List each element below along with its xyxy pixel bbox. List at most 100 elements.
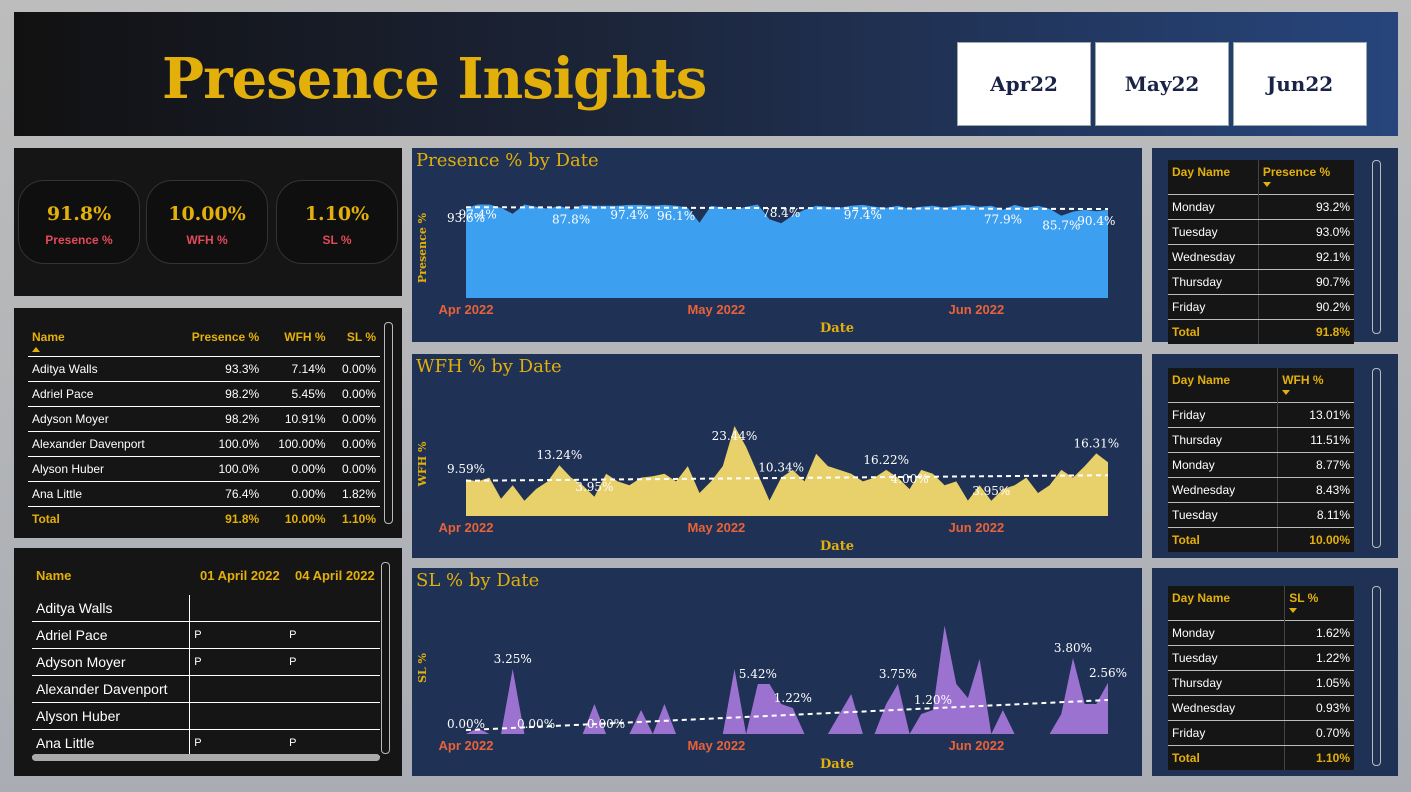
data-label: 1.20% xyxy=(914,693,952,707)
employee-table-panel: Name Presence % WFH % SL % Aditya Walls 9… xyxy=(14,308,402,538)
value-cell: 13.01% xyxy=(1277,402,1354,428)
day-row[interactable]: Thursday 90.7% xyxy=(1168,269,1354,295)
day-name-cell: Tuesday xyxy=(1168,502,1278,528)
kpi-value: 10.00% xyxy=(168,203,246,225)
day-name-cell: Monday xyxy=(1168,452,1278,478)
day-table-scrollbar[interactable] xyxy=(1372,586,1381,766)
x-tick-label: Jun 2022 xyxy=(949,520,1005,535)
col-header-value[interactable]: Presence % xyxy=(1257,160,1354,194)
value-cell: 1.62% xyxy=(1284,620,1354,646)
attendance-cell: P xyxy=(285,648,380,676)
data-label: 0.00% xyxy=(517,717,555,731)
grid-name-cell: Adriel Pace xyxy=(32,621,191,649)
day-name-cell: Thursday xyxy=(1168,269,1259,295)
day-row[interactable]: Thursday 11.51% xyxy=(1168,427,1354,453)
data-label: 3.80% xyxy=(1054,641,1092,655)
month-button-apr22[interactable]: Apr22 xyxy=(957,42,1091,126)
col-header-wfh[interactable]: WFH % xyxy=(263,324,329,356)
table-row[interactable]: Ana Little 76.4% 0.00% 1.82% xyxy=(28,481,380,507)
grid-row[interactable]: Adyson Moyer P P xyxy=(32,648,380,676)
day-table-scrollbar[interactable] xyxy=(1372,368,1381,548)
grid-scrollbar-h[interactable] xyxy=(32,754,380,761)
col-header-sl[interactable]: SL % xyxy=(330,324,380,356)
grid-header-date-1[interactable]: 01 April 2022 xyxy=(200,568,280,583)
col-header-value[interactable]: SL % xyxy=(1284,586,1354,620)
day-wfh-panel: Day Name WFH % Friday 13.01% Thursday 11.51% M… xyxy=(1152,354,1398,558)
table-row[interactable]: Adyson Moyer 98.2% 10.91% 0.00% xyxy=(28,406,380,432)
title-bar: Presence Insights Apr22 May22 Jun22 xyxy=(14,12,1398,136)
day-wfh-table: Day Name WFH % Friday 13.01% Thursday 11.51% M… xyxy=(1168,368,1354,552)
table-row[interactable]: Aditya Walls 93.3% 7.14% 0.00% xyxy=(28,356,380,382)
attendance-cell: P xyxy=(189,648,286,676)
value-cell: 5.45% xyxy=(263,381,330,407)
total-cell: Total xyxy=(32,511,60,526)
employee-name-cell: Ana Little xyxy=(28,481,173,507)
table-scrollbar[interactable] xyxy=(384,322,393,524)
day-row[interactable]: Tuesday 1.22% xyxy=(1168,645,1354,671)
grid-scrollbar-v[interactable] xyxy=(381,562,390,754)
x-axis-label: Date xyxy=(820,539,854,554)
day-row[interactable]: Monday 1.62% xyxy=(1168,620,1354,646)
day-row[interactable]: Friday 0.70% xyxy=(1168,720,1354,746)
y-axis-label: Presence % xyxy=(416,212,429,283)
data-label: 97.4% xyxy=(610,208,648,222)
day-row[interactable]: Friday 90.2% xyxy=(1168,294,1354,320)
value-cell: 90.7% xyxy=(1257,269,1354,295)
day-row[interactable]: Wednesday 92.1% xyxy=(1168,244,1354,270)
kpi-card-sl: 1.10% SL % xyxy=(276,180,398,264)
table-row[interactable]: Alexander Davenport 100.0% 100.00% 0.00% xyxy=(28,431,380,457)
x-axis-label: Date xyxy=(820,757,854,772)
day-name-cell: Friday xyxy=(1168,294,1259,320)
grid-name-cell: Alyson Huber xyxy=(32,702,191,730)
day-row[interactable]: Wednesday 8.43% xyxy=(1168,477,1354,503)
kpi-card-wfh: 10.00% WFH % xyxy=(146,180,268,264)
grid-row[interactable]: Aditya Walls xyxy=(32,595,380,622)
value-cell: 8.77% xyxy=(1277,452,1354,478)
value-cell: 90.2% xyxy=(1257,294,1354,320)
kpi-value: 1.10% xyxy=(304,203,370,225)
value-cell: 1.05% xyxy=(1284,670,1354,696)
x-tick-label: Apr 2022 xyxy=(439,302,494,317)
col-header-day[interactable]: Day Name xyxy=(1168,368,1278,402)
x-tick-label: May 2022 xyxy=(687,302,745,317)
data-label: 3.95% xyxy=(575,480,613,494)
value-cell: 93.2% xyxy=(1257,194,1354,220)
wfh-chart-panel: WFH % by Date Apr 2022 May 2022 Jun 2022 Da… xyxy=(412,354,1142,558)
grid-row[interactable]: Ana Little P P xyxy=(32,729,380,757)
total-cell: 1.10% xyxy=(1284,745,1354,770)
day-name-cell: Wednesday xyxy=(1168,244,1259,270)
attendance-cell: P xyxy=(285,729,380,757)
day-row[interactable]: Tuesday 93.0% xyxy=(1168,219,1354,245)
table-row[interactable]: Alyson Huber 100.0% 0.00% 0.00% xyxy=(28,456,380,482)
day-row[interactable]: Friday 13.01% xyxy=(1168,402,1354,428)
value-cell: 1.22% xyxy=(1284,645,1354,671)
col-header-day[interactable]: Day Name xyxy=(1168,586,1285,620)
grid-header-date-2[interactable]: 04 April 2022 xyxy=(295,568,375,583)
kpi-label: Presence % xyxy=(45,233,113,247)
day-row[interactable]: Thursday 1.05% xyxy=(1168,670,1354,696)
grid-row[interactable]: Alyson Huber xyxy=(32,702,380,730)
attendance-grid-panel: Name 01 April 2022 04 April 2022 Aditya … xyxy=(14,548,402,776)
day-row[interactable]: Wednesday 0.93% xyxy=(1168,695,1354,721)
grid-header-name[interactable]: Name xyxy=(36,568,71,583)
day-row[interactable]: Monday 93.2% xyxy=(1168,194,1354,220)
day-row[interactable]: Monday 8.77% xyxy=(1168,452,1354,478)
col-header-name[interactable]: Name xyxy=(28,324,173,356)
table-row[interactable]: Adriel Pace 98.2% 5.45% 0.00% xyxy=(28,381,380,407)
sort-desc-icon xyxy=(1282,390,1291,395)
month-button-jun22[interactable]: Jun22 xyxy=(1233,42,1367,126)
col-header-presence[interactable]: Presence % xyxy=(173,324,263,356)
data-label: 3.95% xyxy=(972,484,1010,498)
grid-row[interactable]: Alexander Davenport xyxy=(32,675,380,703)
col-header-value[interactable]: WFH % xyxy=(1277,368,1354,402)
grid-row[interactable]: Adriel Pace P P xyxy=(32,621,380,649)
area-series[interactable] xyxy=(466,625,1108,734)
day-row[interactable]: Tuesday 8.11% xyxy=(1168,502,1354,528)
col-header-day[interactable]: Day Name xyxy=(1168,160,1258,194)
data-label: 0.00% xyxy=(587,717,625,731)
day-table-scrollbar[interactable] xyxy=(1372,160,1381,334)
data-label: 16.31% xyxy=(1073,436,1119,450)
month-button-may22[interactable]: May22 xyxy=(1095,42,1229,126)
data-label: 3.75% xyxy=(879,667,917,681)
data-label: 2.56% xyxy=(1089,666,1127,680)
